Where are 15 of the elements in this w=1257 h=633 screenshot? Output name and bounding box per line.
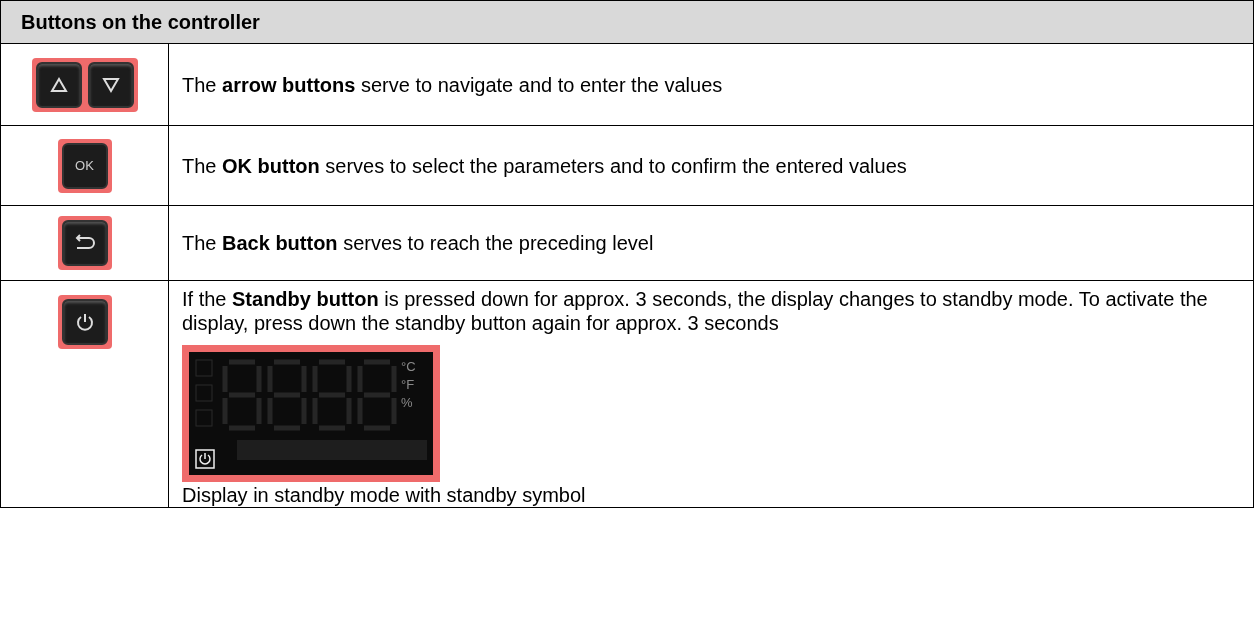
- ok-button-image: OK: [61, 142, 108, 189]
- power-icon: [74, 312, 95, 332]
- image-caption: Display in standby mode with standby symbol: [182, 483, 587, 507]
- description-text: If the Standby button is pressed down for approx. 3 seconds, the display changes to standby mode. To activate the display, press down the standby button again for approx. 3 seconds: [182, 287, 1209, 335]
- description-text: The arrow buttons serve to navigate and to enter the values: [182, 72, 724, 97]
- return-arrow-icon: [73, 234, 96, 252]
- up-triangle-icon: [49, 76, 68, 93]
- down-triangle-icon: [101, 76, 120, 93]
- table-title: Buttons on the controller: [21, 11, 260, 33]
- description-text: The OK button serves to select the parameters and to confirm the entered values: [182, 153, 908, 178]
- power-icon: [195, 449, 215, 469]
- unit-label: °C: [401, 358, 416, 376]
- unit-label: °F: [401, 376, 416, 394]
- unit-label: %: [401, 394, 414, 412]
- description-text: The Back button serves to reach the preceding level: [182, 231, 655, 255]
